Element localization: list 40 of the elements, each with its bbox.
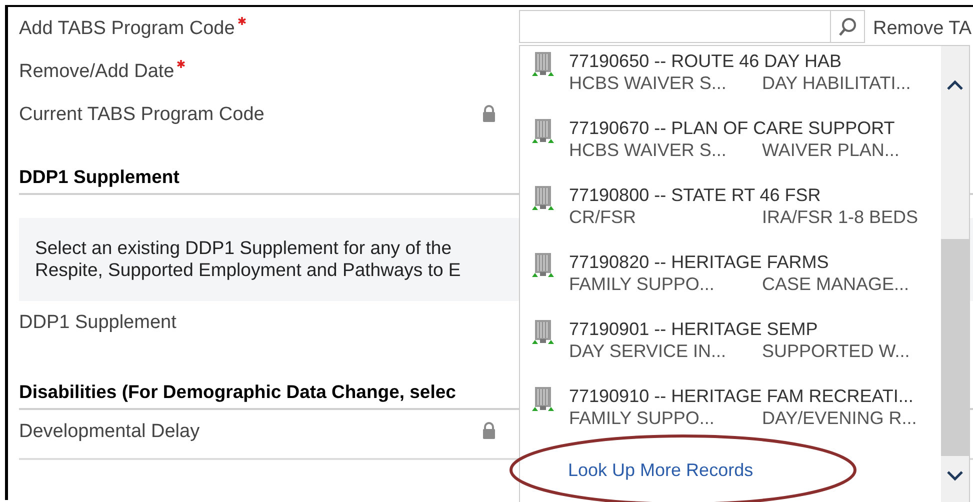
result-detail: DAY/EVENING R... bbox=[762, 407, 917, 429]
result-item[interactable]: 77190650 -- ROUTE 46 DAY HAB HCBS WAIVER S... DAY HABILITATI... bbox=[532, 50, 941, 117]
result-title: 77190820 -- HERITAGE FARMS bbox=[569, 251, 830, 273]
field-label: Current TABS Program Code bbox=[19, 104, 264, 126]
field-label: Add TABS Program Code bbox=[19, 18, 235, 40]
building-icon bbox=[532, 387, 554, 411]
building-icon bbox=[532, 320, 554, 344]
result-detail: HCBS WAIVER S... bbox=[569, 72, 728, 94]
result-title: 77190670 -- PLAN OF CARE SUPPORT bbox=[569, 117, 896, 139]
result-detail: FAMILY SUPPO... bbox=[569, 273, 716, 295]
result-title: 77190650 -- ROUTE 46 DAY HAB bbox=[569, 50, 842, 72]
info-text: Respite, Supported Employment and Pathways to E bbox=[35, 259, 461, 281]
building-icon bbox=[532, 186, 554, 210]
result-detail: IRA/FSR 1-8 BEDS bbox=[762, 206, 918, 228]
result-title: 77190901 -- HERITAGE SEMP bbox=[569, 318, 819, 340]
field-label: Remove TA bbox=[873, 18, 972, 40]
chevron-down-icon[interactable] bbox=[947, 471, 963, 481]
result-detail: DAY SERVICE IN... bbox=[569, 340, 728, 362]
result-detail: DAY HABILITATI... bbox=[762, 72, 911, 94]
result-detail: CR/FSR bbox=[569, 206, 637, 228]
building-icon bbox=[532, 253, 554, 277]
field-label: Developmental Delay bbox=[19, 421, 200, 443]
lookup-field[interactable] bbox=[519, 10, 865, 43]
chevron-up-icon[interactable] bbox=[947, 80, 963, 90]
field-label: DDP1 Supplement bbox=[19, 312, 176, 334]
scrollbar-thumb[interactable] bbox=[941, 239, 969, 456]
result-detail: CASE MANAGE... bbox=[762, 273, 910, 295]
search-icon bbox=[838, 16, 858, 36]
result-detail: FAMILY SUPPO... bbox=[569, 407, 716, 429]
scrollbar[interactable] bbox=[941, 46, 969, 502]
info-text: Select an existing DDP1 Supplement for any of the bbox=[35, 237, 452, 259]
result-detail: SUPPORTED W... bbox=[762, 340, 910, 362]
field-label: Remove/Add Date bbox=[19, 60, 174, 82]
building-icon bbox=[532, 52, 554, 76]
result-detail: WAIVER PLAN... bbox=[762, 139, 900, 161]
result-detail: HCBS WAIVER S... bbox=[569, 139, 728, 161]
result-item[interactable]: 77190820 -- HERITAGE FARMS FAMILY SUPPO... CASE MANAGE... bbox=[532, 251, 941, 318]
result-title: 77190910 -- HERITAGE FAM RECREATI... bbox=[569, 385, 914, 407]
look-up-more-link[interactable]: Look Up More Records bbox=[568, 460, 754, 481]
building-icon bbox=[532, 119, 554, 143]
